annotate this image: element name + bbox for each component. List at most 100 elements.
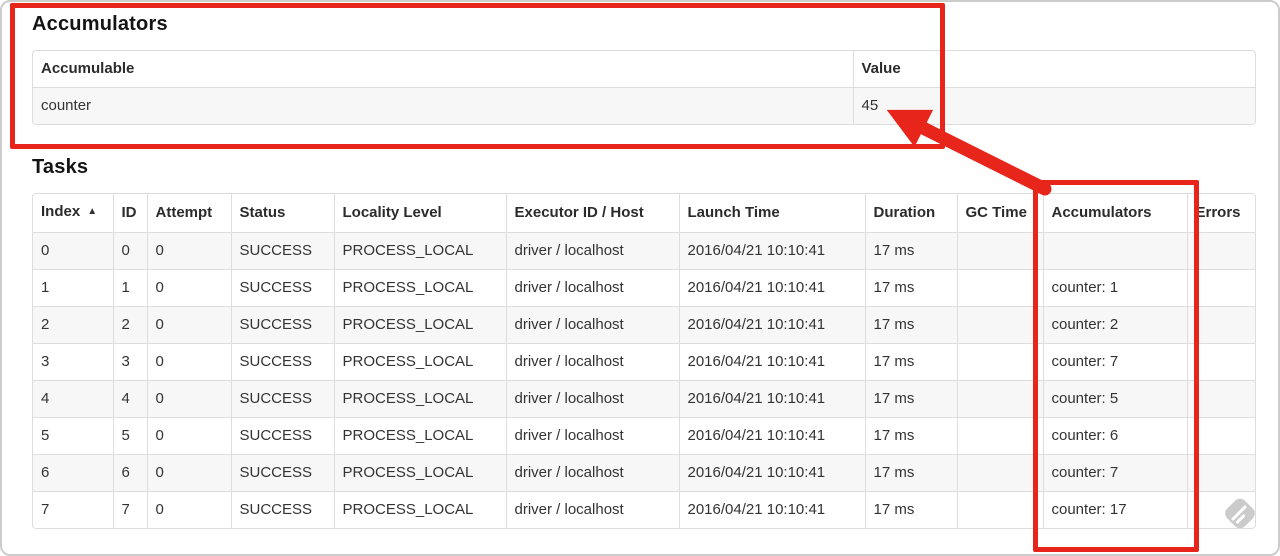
cell-gc-time bbox=[956, 343, 1043, 381]
cell-locality-level: PROCESS_LOCAL bbox=[333, 343, 506, 381]
column-header-value: Value bbox=[852, 51, 1255, 88]
table-row: 4 4 0 SUCCESS PROCESS_LOCAL driver / localhos… bbox=[33, 380, 1255, 418]
cell-id: 7 bbox=[112, 491, 147, 528]
cell-attempt: 0 bbox=[146, 343, 231, 381]
cell-launch-time: 2016/04/21 10:10:41 bbox=[678, 454, 865, 492]
cell-gc-time bbox=[956, 417, 1043, 455]
cell-launch-time: 2016/04/21 10:10:41 bbox=[678, 491, 865, 528]
cell-gc-time bbox=[956, 491, 1043, 528]
column-header-status[interactable]: Status bbox=[230, 194, 334, 233]
cell-index: 4 bbox=[33, 380, 113, 418]
tasks-table-body: 0 0 0 SUCCESS PROCESS_LOCAL driver / localhos… bbox=[33, 232, 1255, 528]
cell-locality-level: PROCESS_LOCAL bbox=[333, 232, 506, 270]
cell-locality-level: PROCESS_LOCAL bbox=[333, 269, 506, 307]
cell-duration: 17 ms bbox=[864, 343, 957, 381]
cell-accumulators: counter: 5 bbox=[1042, 380, 1187, 418]
cell-launch-time: 2016/04/21 10:10:41 bbox=[678, 343, 865, 381]
table-row: 0 0 0 SUCCESS PROCESS_LOCAL driver / localhos… bbox=[33, 232, 1255, 270]
cell-attempt: 0 bbox=[146, 417, 231, 455]
accumulators-section: Accumulators Accumulable Value counter 45 bbox=[32, 12, 1256, 125]
cell-attempt: 0 bbox=[146, 491, 231, 528]
cell-executor-id-host: driver / localhost bbox=[505, 380, 679, 418]
watermark-icon bbox=[1225, 498, 1255, 529]
tasks-section-title: Tasks bbox=[32, 156, 89, 178]
cell-duration: 17 ms bbox=[864, 454, 957, 492]
cell-index: 3 bbox=[33, 343, 113, 381]
cell-locality-level: PROCESS_LOCAL bbox=[333, 306, 506, 344]
cell-index: 5 bbox=[33, 417, 113, 455]
cell-duration: 17 ms bbox=[864, 491, 957, 528]
table-row: 5 5 0 SUCCESS PROCESS_LOCAL driver / localhos… bbox=[33, 417, 1255, 455]
cell-id: 3 bbox=[112, 343, 147, 381]
column-header-accumulators[interactable]: Accumulators bbox=[1042, 194, 1187, 233]
cell-index: 2 bbox=[33, 306, 113, 344]
header-row: Index ▲ ID Attempt Status Locality Level Execu… bbox=[33, 194, 1255, 233]
cell-executor-id-host: driver / localhost bbox=[505, 343, 679, 381]
column-header-accumulable: Accumulable bbox=[41, 60, 135, 77]
cell-locality-level: PROCESS_LOCAL bbox=[333, 417, 506, 455]
cell-status: SUCCESS bbox=[230, 232, 334, 270]
cell-status: SUCCESS bbox=[230, 454, 334, 492]
cell-status: SUCCESS bbox=[230, 491, 334, 528]
cell-locality-level: PROCESS_LOCAL bbox=[333, 454, 506, 492]
cell-executor-id-host: driver / localhost bbox=[505, 454, 679, 492]
accumulators-table-header: Accumulable Value bbox=[33, 51, 1255, 88]
cell-accumulators: counter: 17 bbox=[1042, 491, 1187, 528]
column-header-launch-time[interactable]: Launch Time bbox=[678, 194, 865, 233]
cell-gc-time bbox=[956, 232, 1043, 270]
column-header-locality-level[interactable]: Locality Level bbox=[333, 194, 506, 233]
cell-id: 4 bbox=[112, 380, 147, 418]
column-header-executor-id-host[interactable]: Executor ID / Host bbox=[505, 194, 679, 233]
column-header-index[interactable]: Index ▲ bbox=[33, 194, 113, 233]
column-header-gc-time[interactable]: GC Time bbox=[956, 194, 1043, 233]
cell-index: 0 bbox=[33, 232, 113, 270]
cell-attempt: 0 bbox=[146, 269, 231, 307]
table-row: counter 45 bbox=[33, 87, 1255, 124]
cell-launch-time: 2016/04/21 10:10:41 bbox=[678, 417, 865, 455]
cell-index: 7 bbox=[33, 491, 113, 528]
cell-id: 2 bbox=[112, 306, 147, 344]
column-header-id[interactable]: ID bbox=[112, 194, 147, 233]
cell-index: 1 bbox=[33, 269, 113, 307]
cell-errors bbox=[1186, 380, 1255, 418]
cell-attempt: 0 bbox=[146, 454, 231, 492]
cell-duration: 17 ms bbox=[864, 380, 957, 418]
cell-status: SUCCESS bbox=[230, 380, 334, 418]
table-row: 6 6 0 SUCCESS PROCESS_LOCAL driver / localhos… bbox=[33, 454, 1255, 492]
cell-duration: 17 ms bbox=[864, 417, 957, 455]
cell-accumulators: counter: 7 bbox=[1042, 454, 1187, 492]
accumulators-table: Accumulable Value counter 45 bbox=[33, 51, 1255, 124]
cell-errors bbox=[1186, 454, 1255, 492]
accumulators-table-container: Accumulable Value counter 45 bbox=[32, 50, 1256, 125]
cell-duration: 17 ms bbox=[864, 306, 957, 344]
cell-accumulators: counter: 2 bbox=[1042, 306, 1187, 344]
cell-index: 6 bbox=[33, 454, 113, 492]
cell-attempt: 0 bbox=[146, 232, 231, 270]
column-header-attempt[interactable]: Attempt bbox=[146, 194, 231, 233]
cell-executor-id-host: driver / localhost bbox=[505, 306, 679, 344]
cell-id: 1 bbox=[112, 269, 147, 307]
cell-accumulators: counter: 6 bbox=[1042, 417, 1187, 455]
column-header-duration[interactable]: Duration bbox=[864, 194, 957, 233]
cell-gc-time bbox=[956, 306, 1043, 344]
cell-executor-id-host: driver / localhost bbox=[505, 232, 679, 270]
table-row: 3 3 0 SUCCESS PROCESS_LOCAL driver / localhos… bbox=[33, 343, 1255, 381]
cell-errors bbox=[1186, 232, 1255, 270]
cell-locality-level: PROCESS_LOCAL bbox=[333, 380, 506, 418]
cell-launch-time: 2016/04/21 10:10:41 bbox=[678, 306, 865, 344]
tasks-section: Tasks Index ▲ ID Attempt Status Locality… bbox=[32, 155, 1256, 529]
column-header-errors[interactable]: Errors bbox=[1186, 194, 1255, 233]
cell-id: 5 bbox=[112, 417, 147, 455]
header-row: Accumulable Value bbox=[33, 51, 1255, 88]
tasks-table-header: Index ▲ ID Attempt Status Locality Level Execu… bbox=[33, 194, 1255, 233]
cell-launch-time: 2016/04/21 10:10:41 bbox=[678, 380, 865, 418]
cell-accumulators bbox=[1042, 232, 1187, 270]
page-content: Accumulators Accumulable Value counter 45 … bbox=[2, 2, 1278, 554]
cell-id: 0 bbox=[112, 232, 147, 270]
cell-duration: 17 ms bbox=[864, 232, 957, 270]
table-row: 1 1 0 SUCCESS PROCESS_LOCAL driver / localhos… bbox=[33, 269, 1255, 307]
cell-status: SUCCESS bbox=[230, 343, 334, 381]
table-row: 2 2 0 SUCCESS PROCESS_LOCAL driver / localhos… bbox=[33, 306, 1255, 344]
cell-executor-id-host: driver / localhost bbox=[505, 269, 679, 307]
cell-errors bbox=[1186, 343, 1255, 381]
